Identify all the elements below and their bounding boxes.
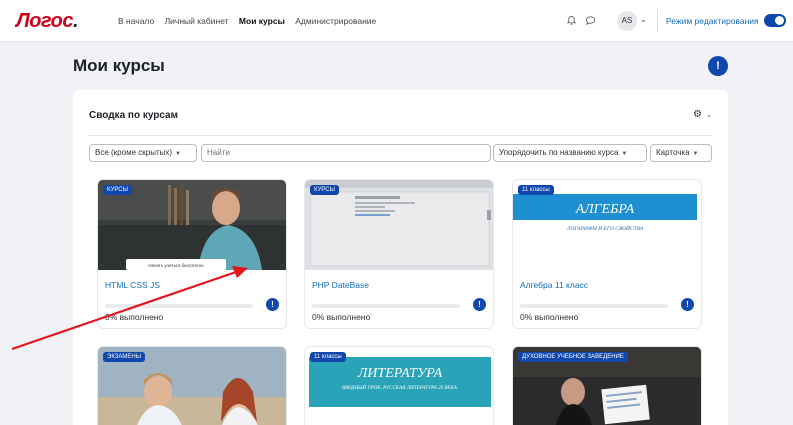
course-image[interactable]: Начать учиться бесплатно КУРСЫ	[98, 180, 286, 270]
nav-item-admin[interactable]: Администрирование	[295, 16, 376, 26]
course-card[interactable]: ЛИТЕРАТУРА ВВОДНЫЙ УРОК. РУССКАЯ ЛИТЕРАТ…	[304, 346, 494, 425]
progress-text: 0% выполнено	[520, 312, 579, 322]
bell-icon[interactable]	[566, 15, 577, 26]
chevron-down-icon: ▼	[175, 151, 181, 157]
search-input[interactable]: Найти	[201, 144, 491, 162]
course-category-badge: ДУХОВНОЕ УЧЕБНОЕ ЗАВЕДЕНИЕ	[518, 352, 628, 362]
progress-bar	[105, 304, 253, 308]
edit-mode-toggle[interactable]	[764, 14, 786, 27]
course-card[interactable]: ДУХОВНОЕ УЧЕБНОЕ ЗАВЕДЕНИЕ	[512, 346, 702, 425]
nav-item-home[interactable]: В начало	[118, 16, 154, 26]
image-subtitle: ЛОГАРИФМ И ЕГО СВОЙСТВА	[566, 224, 644, 232]
info-icon[interactable]: !	[708, 56, 728, 76]
gear-icon[interactable]: ⚙	[693, 109, 702, 120]
course-category-badge: ЭКЗАМЕНЫ	[103, 352, 146, 362]
course-name-link[interactable]: HTML CSS JS	[105, 280, 160, 290]
info-icon[interactable]: !	[681, 298, 694, 311]
course-card[interactable]: Начать учиться бесплатно КУРСЫ HTML CSS …	[97, 179, 287, 329]
image-caption: Начать учиться бесплатно	[148, 263, 204, 268]
course-category-badge: КУРСЫ	[103, 185, 132, 195]
course-name-link[interactable]: Алгебра 11 класс	[520, 280, 588, 290]
course-overview-panel: Сводка по курсам ⚙ ⌄ Все (кроме скрытых)…	[73, 90, 728, 425]
course-name-link[interactable]: PHP DateBase	[312, 280, 369, 290]
divider	[89, 135, 712, 136]
course-card[interactable]: КУРСЫ PHP DateBase ! 0% выполнено	[304, 179, 494, 329]
panel-title: Сводка по курсам	[89, 110, 179, 121]
top-navbar: Логос. В начало Личный кабинет Мои курсы…	[0, 0, 793, 42]
page-title: Мои курсы	[73, 56, 165, 75]
chat-bubble-icon[interactable]	[585, 15, 596, 26]
course-category-badge: 11 классы	[518, 185, 554, 195]
chevron-down-icon[interactable]: ⌄	[706, 111, 712, 119]
logo[interactable]: Логос.	[16, 10, 79, 33]
progress-bar	[520, 304, 668, 308]
course-image[interactable]: ЭКЗАМЕНЫ	[98, 347, 286, 425]
chevron-down-icon: ▼	[621, 151, 628, 157]
image-subtitle: ВВОДНЫЙ УРОК. РУССКАЯ ЛИТЕРАТУРА 20 ВЕКА…	[342, 384, 458, 391]
course-image[interactable]: АЛГЕБРА ЛОГАРИФМ И ЕГО СВОЙСТВА 11 класс…	[513, 180, 701, 270]
view-select[interactable]: Карточка ▼	[650, 144, 712, 162]
grouping-select[interactable]: Все (кроме скрытых) ▼	[89, 144, 197, 162]
sort-select[interactable]: Упорядочить по названию курса ▼	[493, 144, 647, 162]
divider	[657, 10, 658, 32]
course-card[interactable]: АЛГЕБРА ЛОГАРИФМ И ЕГО СВОЙСТВА 11 класс…	[512, 179, 702, 329]
chevron-down-icon[interactable]: ⌄	[640, 15, 647, 24]
info-icon[interactable]: !	[266, 298, 279, 311]
course-category-badge: 11 классы	[310, 352, 346, 362]
progress-text: 0% выполнено	[312, 312, 371, 322]
nav-item-my-courses[interactable]: Мои курсы	[239, 16, 285, 26]
image-title: АЛГЕБРА	[575, 202, 635, 217]
user-avatar[interactable]: AS	[617, 11, 637, 31]
course-image[interactable]: КУРСЫ	[305, 180, 493, 270]
nav-item-dashboard[interactable]: Личный кабинет	[165, 16, 229, 26]
progress-text: 0% выполнено	[105, 312, 164, 322]
course-category-badge: КУРСЫ	[310, 185, 339, 195]
edit-mode-label: Режим редактирования	[666, 16, 759, 26]
course-image[interactable]: ДУХОВНОЕ УЧЕБНОЕ ЗАВЕДЕНИЕ	[513, 347, 701, 425]
course-image[interactable]: ЛИТЕРАТУРА ВВОДНЫЙ УРОК. РУССКАЯ ЛИТЕРАТ…	[305, 347, 493, 425]
course-card[interactable]: ЭКЗАМЕНЫ	[97, 346, 287, 425]
primary-navigation: В начало Личный кабинет Мои курсы Админи…	[118, 16, 384, 26]
image-title: ЛИТЕРАТУРА	[357, 366, 443, 381]
progress-bar	[312, 304, 460, 308]
info-icon[interactable]: !	[473, 298, 486, 311]
chevron-down-icon: ▼	[692, 151, 699, 157]
